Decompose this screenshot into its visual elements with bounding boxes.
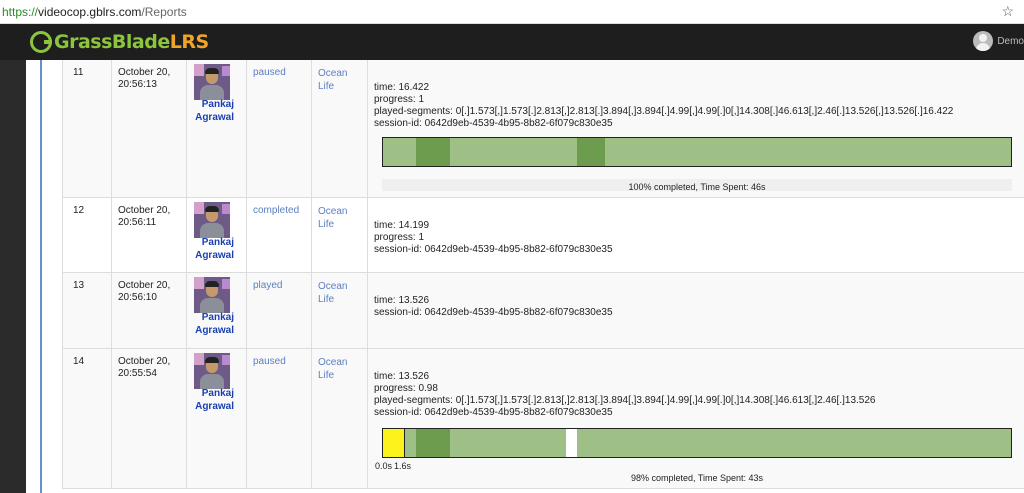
actor-avatar[interactable] bbox=[194, 353, 230, 389]
timestamp-cell: October 20, 20:56:11 bbox=[112, 198, 187, 272]
timestamp: October 20, 20:56:11 bbox=[118, 205, 171, 228]
actor-name-link[interactable]: Pankaj Agrawal bbox=[195, 311, 234, 337]
timestamp: October 20, 20:56:13 bbox=[118, 67, 171, 90]
detail-line: session-id: 0642d9eb-4539-4b95-8b82-6f07… bbox=[374, 407, 613, 418]
object-cell: Ocean Life bbox=[312, 198, 368, 272]
star-icon[interactable]: ☆ bbox=[1001, 3, 1014, 20]
actor-name-link[interactable]: Pankaj Agrawal bbox=[195, 98, 234, 124]
logo-icon bbox=[30, 31, 52, 53]
detail-line: session-id: 0642d9eb-4539-4b95-8b82-6f07… bbox=[374, 244, 613, 255]
object-cell: Ocean Life bbox=[312, 60, 368, 197]
details-cell: time: 13.526 session-id: 0642d9eb-4539-4… bbox=[368, 273, 1024, 348]
segment-heatmap-bar bbox=[382, 137, 1012, 167]
timestamp: October 20, 20:56:10 bbox=[118, 280, 171, 303]
verb-link[interactable]: paused bbox=[253, 67, 286, 78]
detail-line: played-segments: 0[.]1.573[,]1.573[.]2.8… bbox=[374, 106, 954, 117]
table-row: 11 October 20, 20:56:13 Pankaj Agrawal pau… bbox=[62, 60, 1024, 198]
verb-cell: paused bbox=[247, 60, 312, 197]
actor-cell: Pankaj Agrawal bbox=[187, 273, 247, 348]
detail-line: session-id: 0642d9eb-4539-4b95-8b82-6f07… bbox=[374, 118, 613, 129]
object-cell: Ocean Life bbox=[312, 349, 368, 488]
actor-name-link[interactable]: Pankaj Agrawal bbox=[195, 387, 234, 413]
row-number-cell: 13 bbox=[63, 273, 112, 348]
details-cell: time: 16.422 progress: 1 played-segments… bbox=[368, 60, 1024, 197]
verb-cell: completed bbox=[247, 198, 312, 272]
replayed-segment bbox=[416, 429, 450, 457]
detail-line: time: 16.422 bbox=[374, 82, 430, 93]
actor-avatar[interactable] bbox=[194, 277, 230, 313]
verb-link[interactable]: completed bbox=[253, 205, 299, 216]
user-menu[interactable]: Demo bbox=[973, 31, 1024, 51]
row-number: 14 bbox=[73, 356, 85, 367]
left-sidebar bbox=[0, 60, 26, 493]
timestamp-cell: October 20, 20:56:13 bbox=[112, 60, 187, 197]
object-link[interactable]: Ocean Life bbox=[318, 356, 347, 382]
object-link[interactable]: Ocean Life bbox=[318, 205, 347, 231]
current-position-segment bbox=[383, 429, 405, 457]
verb-link[interactable]: paused bbox=[253, 356, 286, 367]
statement-details: time: 13.526 session-id: 0642d9eb-4539-4… bbox=[374, 295, 613, 319]
statement-details: time: 16.422 progress: 1 played-segments… bbox=[374, 82, 953, 130]
statement-details: time: 13.526 progress: 0.98 played-segme… bbox=[374, 371, 875, 419]
url-scheme: https:// bbox=[2, 5, 39, 19]
row-number-cell: 11 bbox=[63, 60, 112, 197]
detail-line: time: 13.526 bbox=[374, 295, 430, 306]
row-number: 11 bbox=[73, 67, 84, 78]
timeline-rail bbox=[40, 60, 42, 493]
details-cell: time: 14.199 progress: 1 session-id: 064… bbox=[368, 198, 1024, 272]
object-link[interactable]: Ocean Life bbox=[318, 67, 347, 93]
actor-name-link[interactable]: Pankaj Agrawal bbox=[195, 236, 234, 262]
url-host: videocop.gblrs.com bbox=[38, 5, 142, 19]
user-name: Demo bbox=[997, 35, 1024, 47]
timeline-start-tick: 0.0s bbox=[375, 461, 393, 471]
browser-url-bar[interactable]: https://videocop.gblrs.com/Reports ☆ bbox=[0, 0, 1024, 24]
row-number-cell: 14 bbox=[63, 349, 112, 488]
detail-line: progress: 1 bbox=[374, 94, 425, 105]
actor-avatar[interactable] bbox=[194, 64, 230, 100]
detail-line: progress: 0.98 bbox=[374, 383, 438, 394]
timestamp-cell: October 20, 20:56:10 bbox=[112, 273, 187, 348]
app-header: GrassBladeLRS Demo bbox=[0, 24, 1024, 60]
detail-line: time: 13.526 bbox=[374, 371, 430, 382]
verb-cell: played bbox=[247, 273, 312, 348]
verb-cell: paused bbox=[247, 349, 312, 488]
verb-link[interactable]: played bbox=[253, 280, 282, 291]
row-number: 13 bbox=[73, 280, 85, 291]
replayed-segment bbox=[577, 138, 605, 166]
actor-cell: Pankaj Agrawal bbox=[187, 60, 247, 197]
actor-avatar[interactable] bbox=[194, 202, 230, 238]
detail-line: progress: 1 bbox=[374, 232, 425, 243]
url-text[interactable]: https://videocop.gblrs.com/Reports bbox=[2, 5, 187, 19]
row-number: 12 bbox=[73, 205, 85, 216]
table-row: 14 October 20, 20:55:54 Pankaj Agrawal pau… bbox=[62, 349, 1024, 489]
segment-heatmap-bar bbox=[382, 428, 1012, 458]
actor-cell: Pankaj Agrawal bbox=[187, 198, 247, 272]
object-cell: Ocean Life bbox=[312, 273, 368, 348]
logo-text: GrassBladeLRS bbox=[54, 31, 209, 53]
table-row: 12 October 20, 20:56:11 Pankaj Agrawal com… bbox=[62, 198, 1024, 273]
timestamp: October 20, 20:55:54 bbox=[118, 356, 171, 379]
detail-line: played-segments: 0[.]1.573[,]1.573[.]2.8… bbox=[374, 395, 876, 406]
row-number-cell: 12 bbox=[63, 198, 112, 272]
timestamp-cell: October 20, 20:55:54 bbox=[112, 349, 187, 488]
detail-line: time: 14.199 bbox=[374, 220, 430, 231]
progress-caption: 98% completed, Time Spent: 43s bbox=[630, 473, 764, 483]
replayed-segment bbox=[416, 138, 450, 166]
user-avatar-icon bbox=[973, 31, 994, 51]
unplayed-segment bbox=[566, 429, 577, 457]
progress-caption: 100% completed, Time Spent: 46s bbox=[628, 182, 766, 192]
statement-details: time: 14.199 progress: 1 session-id: 064… bbox=[374, 220, 613, 256]
object-link[interactable]: Ocean Life bbox=[318, 280, 347, 306]
grassblade-logo[interactable]: GrassBladeLRS bbox=[30, 29, 209, 55]
details-cell: time: 13.526 progress: 0.98 played-segme… bbox=[368, 349, 1024, 488]
url-path: /Reports bbox=[141, 5, 187, 19]
table-row: 13 October 20, 20:56:10 Pankaj Agrawal pla… bbox=[62, 273, 1024, 349]
actor-cell: Pankaj Agrawal bbox=[187, 349, 247, 488]
detail-line: session-id: 0642d9eb-4539-4b95-8b82-6f07… bbox=[374, 307, 613, 318]
timeline-current-tick: 1.6s bbox=[394, 461, 412, 471]
